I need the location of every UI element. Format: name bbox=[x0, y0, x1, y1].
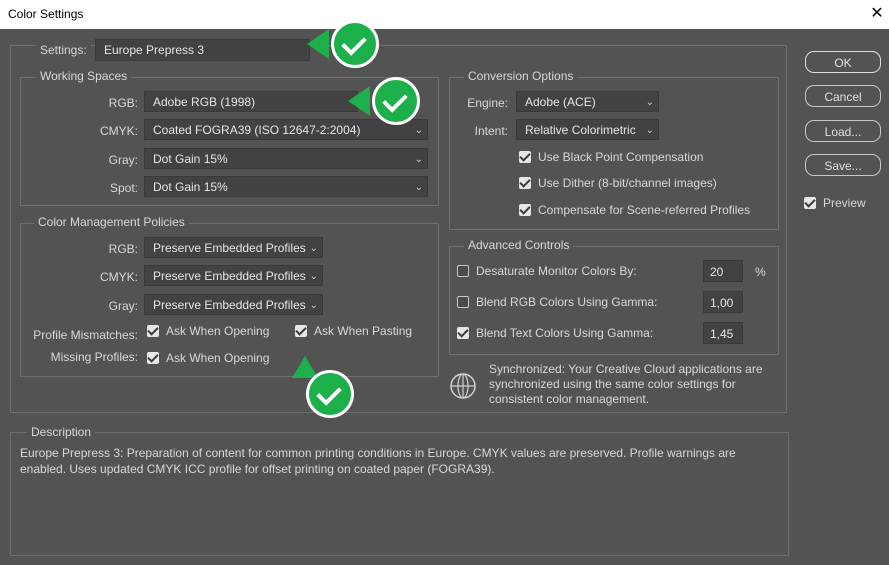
blend-text-checkbox[interactable] bbox=[457, 327, 469, 339]
intent-value: Relative Colorimetric bbox=[525, 123, 636, 137]
missing-opening-label: Ask When Opening bbox=[166, 351, 270, 365]
black-point-label: Use Black Point Compensation bbox=[538, 150, 704, 164]
missing-profiles-label: Missing Profiles: bbox=[50, 350, 138, 364]
ws-spot-select[interactable]: Dot Gain 15% ⌄ bbox=[144, 176, 428, 197]
description-legend: Description bbox=[27, 425, 96, 439]
desaturate-unit: % bbox=[755, 265, 766, 279]
blend-text-input[interactable]: 1,45 bbox=[703, 322, 743, 344]
dither-label: Use Dither (8-bit/channel images) bbox=[538, 176, 717, 190]
desaturate-label: Desaturate Monitor Colors By: bbox=[476, 264, 637, 278]
conversion-legend: Conversion Options bbox=[464, 69, 578, 83]
scene-referred-checkbox[interactable] bbox=[519, 204, 531, 216]
preview-checkbox[interactable] bbox=[804, 197, 816, 209]
ws-gray-label: Gray: bbox=[108, 153, 138, 167]
policies-legend: Color Management Policies bbox=[34, 215, 189, 229]
ws-spot-label: Spot: bbox=[109, 181, 138, 195]
ws-gray-value: Dot Gain 15% bbox=[153, 152, 228, 166]
chevron-down-icon: ⌄ bbox=[414, 182, 423, 193]
pol-rgb-value: Preserve Embedded Profiles bbox=[153, 241, 306, 255]
engine-value: Adobe (ACE) bbox=[525, 95, 596, 109]
blend-text-label: Blend Text Colors Using Gamma: bbox=[476, 326, 654, 340]
settings-select[interactable]: Europe Prepress 3 bbox=[95, 39, 310, 61]
cancel-button[interactable]: Cancel bbox=[805, 85, 881, 107]
missing-opening-checkbox[interactable] bbox=[147, 352, 159, 364]
blend-rgb-input[interactable]: 1,00 bbox=[703, 291, 743, 313]
chevron-down-icon: ⌄ bbox=[309, 271, 318, 282]
check-badge-icon bbox=[306, 370, 354, 418]
chevron-down-icon: ⌄ bbox=[645, 97, 654, 108]
save-button[interactable]: Save... bbox=[805, 154, 881, 176]
ws-rgb-label: RGB: bbox=[108, 96, 138, 110]
mismatch-opening-checkbox[interactable] bbox=[147, 325, 159, 337]
scene-referred-label: Compensate for Scene-referred Profiles bbox=[538, 203, 751, 217]
pol-rgb-select[interactable]: Preserve Embedded Profiles ⌄ bbox=[144, 237, 323, 258]
sync-message: Synchronized: Your Creative Cloud applic… bbox=[489, 362, 781, 407]
pol-cmyk-select[interactable]: Preserve Embedded Profiles ⌄ bbox=[144, 265, 323, 286]
ws-cmyk-value: Coated FOGRA39 (ISO 12647-2:2004) bbox=[153, 123, 361, 137]
pol-rgb-label: RGB: bbox=[108, 242, 138, 256]
chevron-down-icon: ⌄ bbox=[645, 125, 654, 136]
ws-gray-select[interactable]: Dot Gain 15% ⌄ bbox=[144, 148, 428, 169]
desaturate-checkbox[interactable] bbox=[457, 265, 469, 277]
blend-rgb-checkbox[interactable] bbox=[457, 296, 469, 308]
chevron-down-icon: ⌄ bbox=[309, 300, 318, 311]
pol-gray-label: Gray: bbox=[108, 299, 138, 313]
dither-checkbox[interactable] bbox=[519, 177, 531, 189]
advanced-legend: Advanced Controls bbox=[464, 238, 574, 252]
profile-mismatches-label: Profile Mismatches: bbox=[33, 328, 138, 342]
pol-gray-value: Preserve Embedded Profiles bbox=[153, 298, 306, 312]
desaturate-input[interactable]: 20 bbox=[703, 260, 743, 282]
settings-label: Settings: bbox=[36, 43, 91, 57]
close-icon[interactable]: ✕ bbox=[866, 3, 888, 25]
ws-spot-value: Dot Gain 15% bbox=[153, 180, 228, 194]
description-line-1: Europe Prepress 3: Preparation of conten… bbox=[20, 446, 736, 460]
black-point-checkbox[interactable] bbox=[519, 151, 531, 163]
ws-rgb-select[interactable]: Adobe RGB (1998) bbox=[144, 91, 358, 112]
sync-line-2: synchronized using the same color settin… bbox=[489, 377, 736, 391]
working-spaces-legend: Working Spaces bbox=[36, 69, 132, 83]
intent-label: Intent: bbox=[474, 124, 508, 138]
load-button[interactable]: Load... bbox=[805, 120, 881, 142]
check-badge-icon bbox=[331, 20, 379, 68]
sync-line-3: consistent color management. bbox=[489, 392, 650, 406]
settings-value: Europe Prepress 3 bbox=[104, 43, 205, 57]
pol-cmyk-label: CMYK: bbox=[99, 270, 138, 284]
preview-label: Preview bbox=[823, 196, 866, 210]
annotation-pointer bbox=[348, 86, 370, 116]
sync-line-1: Synchronized: Your Creative Cloud applic… bbox=[489, 362, 763, 376]
blend-rgb-label: Blend RGB Colors Using Gamma: bbox=[476, 295, 658, 309]
chevron-down-icon: ⌄ bbox=[414, 154, 423, 165]
mismatch-pasting-checkbox[interactable] bbox=[295, 325, 307, 337]
pol-cmyk-value: Preserve Embedded Profiles bbox=[153, 269, 306, 283]
engine-select[interactable]: Adobe (ACE) ⌄ bbox=[516, 91, 659, 112]
globe-icon bbox=[449, 372, 477, 400]
title-bar bbox=[0, 0, 889, 29]
ws-cmyk-label: CMYK: bbox=[99, 124, 138, 138]
engine-label: Engine: bbox=[467, 96, 508, 110]
description-line-2: enabled. Uses updated CMYK ICC profile f… bbox=[20, 462, 495, 476]
ws-rgb-value: Adobe RGB (1998) bbox=[153, 95, 256, 109]
intent-select[interactable]: Relative Colorimetric ⌄ bbox=[516, 119, 659, 140]
chevron-down-icon: ⌄ bbox=[309, 243, 318, 254]
pol-gray-select[interactable]: Preserve Embedded Profiles ⌄ bbox=[144, 294, 323, 315]
mismatch-pasting-label: Ask When Pasting bbox=[314, 324, 413, 338]
description-text: Europe Prepress 3: Preparation of conten… bbox=[20, 445, 782, 477]
window-title: Color Settings bbox=[8, 7, 84, 21]
annotation-pointer bbox=[307, 29, 329, 59]
ok-button[interactable]: OK bbox=[805, 51, 881, 73]
mismatch-opening-label: Ask When Opening bbox=[166, 324, 270, 338]
chevron-down-icon: ⌄ bbox=[414, 125, 423, 136]
check-badge-icon bbox=[372, 77, 420, 125]
